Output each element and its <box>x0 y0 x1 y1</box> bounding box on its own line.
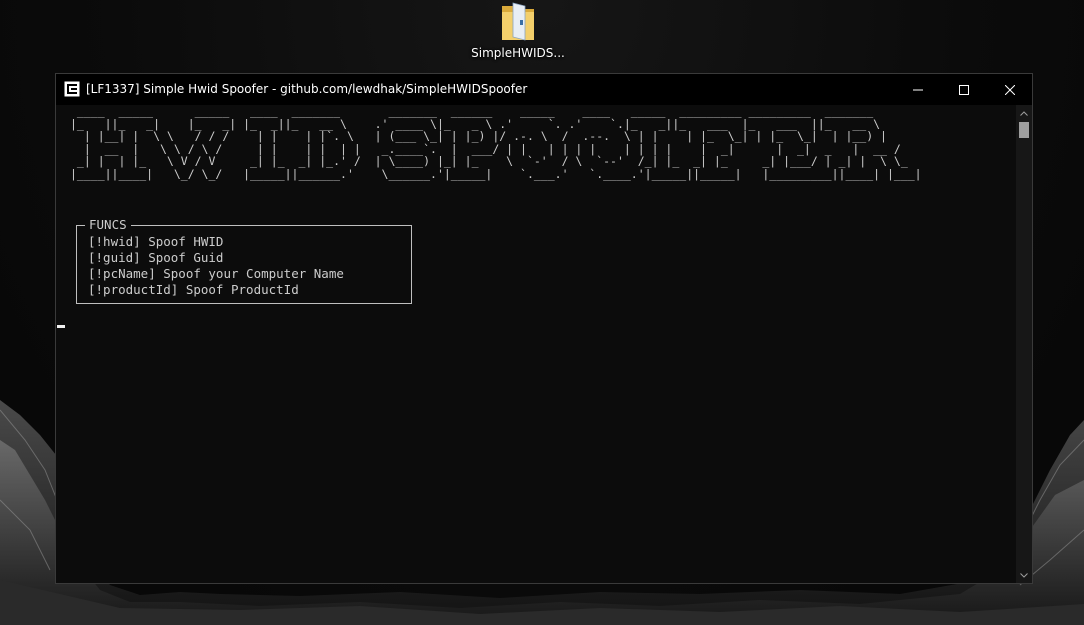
funcs-legend: FUNCS <box>85 218 131 232</box>
close-button[interactable] <box>987 74 1033 105</box>
scroll-up-button[interactable] <box>1016 105 1032 121</box>
scrollbar-thumb[interactable] <box>1019 122 1029 138</box>
minimize-icon <box>913 89 923 90</box>
func-item-pcname: [!pcName] Spoof your Computer Name <box>88 266 344 281</box>
funcs-list: [!hwid] Spoof HWID [!guid] Spoof Guid [!… <box>88 234 344 298</box>
folder-icon <box>502 2 534 41</box>
desktop-folder-shortcut[interactable]: SimpleHWIDS... <box>470 0 566 66</box>
console-app-icon <box>64 81 80 97</box>
text-cursor <box>57 325 65 328</box>
window-title: [LF1337] Simple Hwid Spoofer - github.co… <box>86 82 528 96</box>
desktop-icon-label: SimpleHWIDS... <box>471 46 565 60</box>
title-bar[interactable]: [LF1337] Simple Hwid Spoofer - github.co… <box>56 74 1032 105</box>
maximize-icon <box>959 84 969 95</box>
ascii-art-banner: ____ _____ _____ ____ _______ _______ __… <box>70 105 922 180</box>
console-window[interactable]: [LF1337] Simple Hwid Spoofer - github.co… <box>55 73 1033 584</box>
scroll-up-arrow-icon <box>1020 110 1028 116</box>
vertical-scrollbar[interactable] <box>1016 105 1032 583</box>
desktop: SimpleHWIDS... [LF1337] Simple Hwid Spoo… <box>0 0 1084 625</box>
func-item-productid: [!productId] Spoof ProductId <box>88 282 299 297</box>
scroll-down-button[interactable] <box>1016 567 1032 583</box>
func-item-guid: [!guid] Spoof Guid <box>88 250 224 265</box>
console-output[interactable]: ____ _____ _____ ____ _______ _______ __… <box>56 105 1016 583</box>
funcs-box: FUNCS [!hwid] Spoof HWID [!guid] Spoof G… <box>76 218 412 304</box>
maximize-button[interactable] <box>941 74 987 105</box>
minimize-button[interactable] <box>895 74 941 105</box>
close-icon <box>1005 84 1015 95</box>
scroll-down-arrow-icon <box>1020 572 1028 578</box>
func-item-hwid: [!hwid] Spoof HWID <box>88 234 224 249</box>
ascii-banner-line: |____||____| \_/ \_/ |_____||______.' \_… <box>70 166 922 181</box>
